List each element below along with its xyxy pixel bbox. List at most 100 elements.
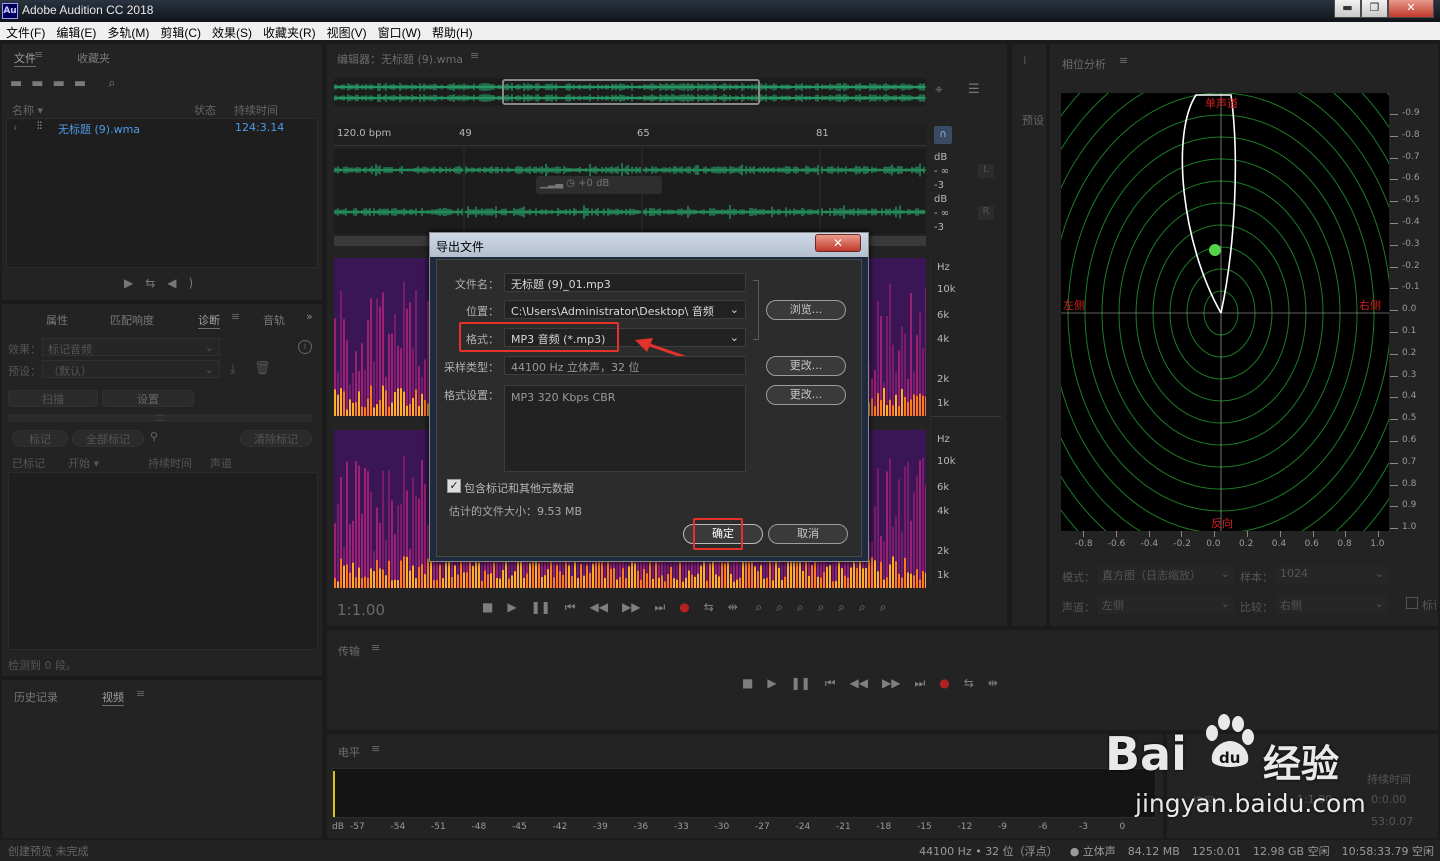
clear-marks-button[interactable]: 清除标记	[240, 430, 312, 447]
tab-video[interactable]: 视频	[102, 689, 124, 706]
zoom-tool-icon[interactable]: ⌖	[935, 82, 943, 98]
forward-icon[interactable]: ▶▶	[622, 600, 640, 614]
extra-checkbox[interactable]	[1406, 597, 1418, 609]
channel-select[interactable]: 左侧 ⌄	[1098, 595, 1234, 614]
to-start-icon[interactable]: ⏮	[565, 600, 576, 615]
panel-menu-icon[interactable]: ≡	[371, 641, 380, 654]
pause-icon[interactable]: ❚❚	[791, 676, 811, 690]
col-channel[interactable]: 声道	[210, 455, 232, 471]
waveform-overview[interactable]	[333, 78, 926, 106]
mark-all-button[interactable]: 全部标记	[72, 430, 144, 447]
hud-gain[interactable]: ▁▂▃ ◷ +0 dB	[536, 176, 662, 194]
change-settings-button[interactable]: 更改...	[766, 385, 846, 405]
layout-icon[interactable]: ☰	[968, 82, 980, 97]
transport-controls[interactable]: ■ ▶ ❚❚ ⏮ ◀◀ ▶▶ ⏭ ● ⇆ ⇹	[735, 676, 1005, 691]
effect-select[interactable]: 标记音频 ⌄	[42, 338, 220, 356]
search-icon[interactable]: ⚲	[150, 430, 158, 443]
menu-item[interactable]: 窗口(W)	[372, 22, 426, 41]
editor-transport[interactable]: ■ ▶ ❚❚ ⏮ ◀◀ ▶▶ ⏭ ● ⇆ ⇹ ⌕ ⌕ ⌕ ⌕ ⌕ ⌕ ⌕	[475, 600, 894, 615]
zoom-full-icon[interactable]: ⌕	[838, 600, 845, 615]
panel-menu-icon[interactable]: ≡	[371, 742, 380, 755]
close-window-button[interactable]: ✕	[1388, 0, 1434, 18]
zoom-left-icon[interactable]: ⌕	[859, 600, 866, 615]
loop-icon[interactable]: ⇆	[704, 600, 714, 614]
col-status[interactable]: 状态	[194, 102, 216, 118]
skip-icon[interactable]: ⇹	[988, 676, 998, 690]
minimize-button[interactable]: ▬	[1334, 0, 1361, 18]
collapse-handle[interactable]: ⁚⁚⁚⁚	[8, 414, 312, 423]
skip-icon[interactable]: ⇹	[728, 600, 738, 614]
tab-history[interactable]: 历史记录	[14, 689, 58, 705]
panel-menu-icon[interactable]: ≡	[470, 49, 479, 62]
play-icon[interactable]: ▶	[507, 600, 516, 614]
zoom-out-amplitude-icon[interactable]: ⌕	[776, 600, 783, 615]
to-end-icon[interactable]: ⏭	[654, 600, 665, 615]
menu-item[interactable]: 效果(S)	[206, 22, 257, 41]
rewind-icon[interactable]: ◀◀	[850, 676, 868, 690]
timeline-ruler[interactable]: 120.0 bpm 49 65 81	[334, 126, 926, 146]
menu-item[interactable]: 视图(V)	[321, 22, 372, 41]
stop-icon[interactable]: ■	[482, 600, 493, 614]
play-icon[interactable]: ▶	[767, 676, 776, 690]
include-metadata-checkbox[interactable]: ✓	[447, 479, 461, 493]
panel-menu-icon[interactable]: ≡	[1119, 54, 1128, 67]
pause-icon[interactable]: ❚❚	[531, 600, 551, 614]
presets-label[interactable]: 预设	[1022, 112, 1044, 128]
zoom-out-time-icon[interactable]: ⌕	[818, 600, 825, 615]
col-name[interactable]: 名称 ▾	[12, 102, 43, 118]
preset-select[interactable]: （默认） ⌄	[42, 360, 220, 378]
save-preset-icon[interactable]: ⤓	[230, 362, 236, 377]
menu-item[interactable]: 剪辑(C)	[154, 22, 206, 41]
change-sample-button[interactable]: 更改...	[766, 356, 846, 376]
col-start[interactable]: 开始 ▾	[68, 455, 99, 471]
dialog-close-button[interactable]: ✕	[815, 234, 861, 252]
record-icon[interactable]: ●	[939, 676, 949, 690]
menu-item[interactable]: 编辑(E)	[50, 22, 101, 41]
menu-item[interactable]: 多轨(M)	[101, 22, 154, 41]
menu-item[interactable]: 文件(F)	[0, 22, 50, 41]
location-select[interactable]: C:\Users\Administrator\Desktop\ 音频 ⌄	[504, 300, 746, 319]
panel-menu-icon[interactable]: ⁞	[1023, 54, 1027, 67]
maximize-button[interactable]: ❐	[1361, 0, 1388, 18]
cancel-button[interactable]: 取消	[768, 524, 848, 544]
preview-controls[interactable]: ▶⇆◀)	[124, 276, 205, 290]
to-start-icon[interactable]: ⏮	[825, 676, 836, 691]
to-end-icon[interactable]: ⏭	[914, 676, 925, 691]
zoom-in-time-icon[interactable]: ⌕	[797, 600, 804, 615]
channel-l-toggle[interactable]: L	[978, 164, 994, 178]
zoom-right-icon[interactable]: ⌕	[880, 600, 887, 615]
waveform-display[interactable]: ▁▂▃ ◷ +0 dB	[333, 148, 926, 234]
scan-button[interactable]: 扫描	[8, 390, 98, 407]
mode-select[interactable]: 直方图（日志缩放） ⌄	[1098, 565, 1234, 584]
tab-match-loudness[interactable]: 匹配响度	[110, 312, 154, 328]
mark-button[interactable]: 标记	[12, 430, 68, 447]
tab-tracks[interactable]: 音轨	[263, 312, 285, 328]
snap-icon[interactable]: ∩	[934, 126, 952, 144]
overview-viewport[interactable]	[502, 79, 760, 105]
settings-button[interactable]: 设置	[102, 390, 194, 407]
compare-select[interactable]: 右侧 ⌄	[1276, 595, 1388, 614]
browse-button[interactable]: 浏览...	[766, 300, 846, 320]
panel-menu-icon[interactable]: ≡	[136, 687, 145, 700]
col-marked[interactable]: 已标记	[12, 455, 45, 471]
menu-item[interactable]: 收藏夹(R)	[257, 22, 321, 41]
tab-properties[interactable]: 属性	[46, 312, 68, 328]
panel-overflow-icon[interactable]: »	[306, 310, 313, 323]
panel-menu-icon[interactable]: ≡	[231, 310, 240, 323]
list-item[interactable]: › ⫶⫶ 无标题 (9).wma 124:3.14	[7, 121, 317, 136]
record-icon[interactable]: ●	[679, 600, 689, 614]
filename-input[interactable]: 无标题 (9)_01.mp3	[504, 273, 746, 292]
samples-select[interactable]: 1024 ⌄	[1276, 565, 1388, 584]
panel-menu-icon[interactable]: ≡	[34, 48, 43, 61]
forward-icon[interactable]: ▶▶	[882, 676, 900, 690]
info-icon[interactable]: i	[298, 340, 312, 354]
file-toolbar-icons[interactable]: ▬▬▬▬ ⌕	[10, 76, 125, 91]
tab-favorites[interactable]: 收藏夹	[77, 50, 110, 66]
col-duration[interactable]: 持续时间	[148, 455, 192, 471]
col-duration[interactable]: 持续时间	[234, 102, 278, 118]
loop-icon[interactable]: ⇆	[964, 676, 974, 690]
channel-r-toggle[interactable]: R	[978, 206, 994, 220]
tab-diagnostics[interactable]: 诊断	[198, 312, 220, 329]
zoom-in-amplitude-icon[interactable]: ⌕	[755, 600, 762, 615]
stop-icon[interactable]: ■	[742, 676, 753, 690]
